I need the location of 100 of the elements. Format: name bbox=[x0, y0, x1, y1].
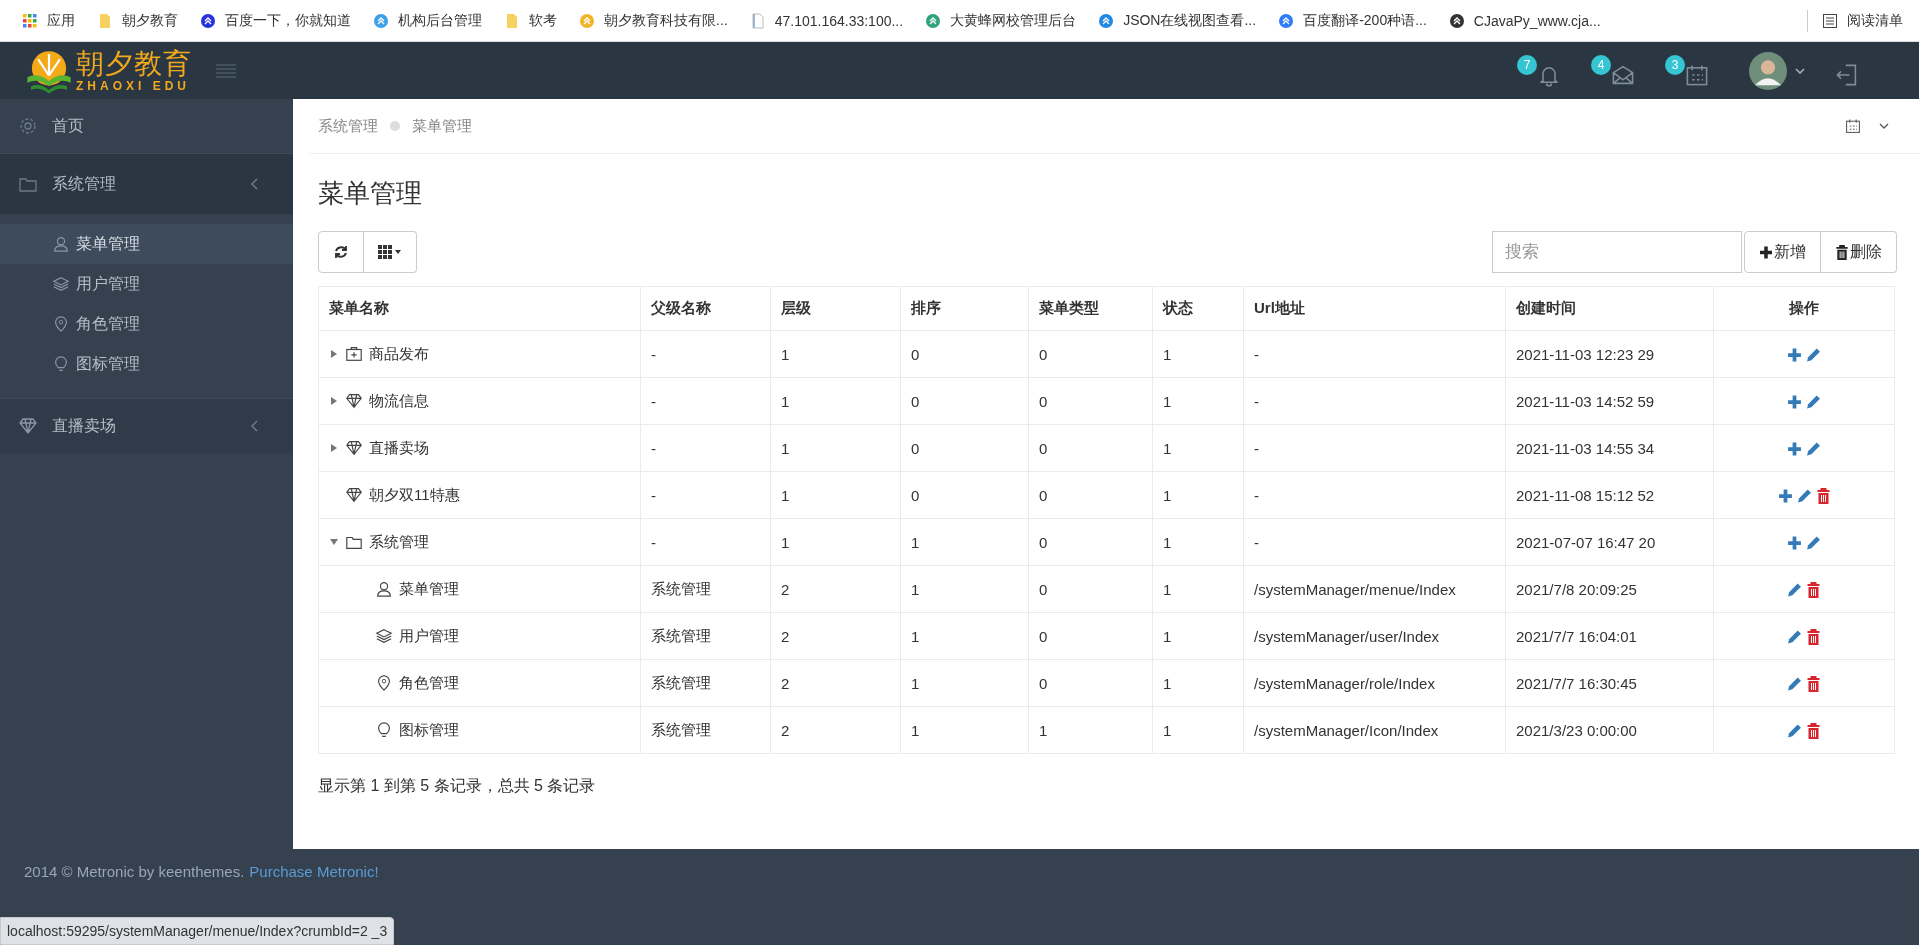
menu-name: 图标管理 bbox=[399, 720, 459, 740]
purchase-link[interactable]: Purchase Metronic! bbox=[249, 863, 379, 880]
bookmark-link[interactable]: 47.101.164.33:100... bbox=[741, 12, 912, 29]
add-button[interactable]: 新增 bbox=[1744, 231, 1821, 273]
column-header[interactable]: 排序 bbox=[900, 286, 1029, 331]
column-header[interactable]: 父级名称 bbox=[640, 286, 771, 331]
table-cell: - bbox=[651, 345, 656, 363]
avatar-icon[interactable] bbox=[1749, 51, 1787, 90]
add-icon[interactable] bbox=[1787, 535, 1802, 551]
bookmark-link[interactable]: 百度翻译-200种语... bbox=[1270, 11, 1435, 30]
site-icon bbox=[925, 12, 942, 29]
bookmark-link[interactable]: 大黄蜂网校管理后台 bbox=[917, 11, 1085, 30]
collapsed-caret-icon[interactable] bbox=[329, 443, 339, 453]
add-icon[interactable] bbox=[1777, 488, 1793, 504]
table-cell: - bbox=[1254, 533, 1259, 551]
menu-name: 菜单管理 bbox=[399, 579, 459, 599]
search-field[interactable]: 搜索 bbox=[1492, 231, 1742, 273]
sidebar-item[interactable]: 系统管理 bbox=[0, 153, 293, 214]
user-icon bbox=[52, 235, 70, 253]
gear-icon bbox=[18, 116, 38, 136]
collapsed-caret-icon[interactable] bbox=[329, 396, 339, 406]
table-cell: 0 bbox=[911, 392, 920, 410]
breadcrumb-link[interactable]: 系统管理 bbox=[318, 116, 378, 136]
edit-pencil-icon[interactable] bbox=[1787, 723, 1802, 739]
edit-pencil-icon[interactable] bbox=[1787, 676, 1802, 692]
document-icon bbox=[749, 12, 766, 29]
calendar-icon[interactable] bbox=[1685, 62, 1709, 87]
column-header[interactable]: 操作 bbox=[1713, 286, 1895, 331]
add-icon[interactable] bbox=[1787, 441, 1802, 457]
delete-trash-icon[interactable] bbox=[1806, 676, 1821, 692]
edit-pencil-icon[interactable] bbox=[1787, 582, 1802, 598]
sidebar-subitem[interactable]: 角色管理 bbox=[0, 304, 293, 344]
diamond-icon bbox=[345, 439, 363, 457]
bookmark-link[interactable]: 应用 bbox=[14, 11, 83, 30]
edit-pencil-icon[interactable] bbox=[1806, 535, 1821, 551]
bookmark-link[interactable]: CJavaPy_www.cja... bbox=[1440, 12, 1609, 29]
menu-name: 朝夕双11特惠 bbox=[369, 485, 460, 505]
expanded-caret-icon[interactable] bbox=[329, 537, 339, 547]
logout-icon[interactable] bbox=[1835, 62, 1859, 87]
columns-dropdown-button[interactable] bbox=[364, 231, 417, 273]
table-cell: 0 bbox=[1039, 439, 1048, 457]
bookmark-link[interactable]: 朝夕教育科技有限... bbox=[571, 11, 736, 30]
column-header[interactable]: 状态 bbox=[1152, 286, 1244, 331]
bookmark-link[interactable]: JSON在线视图查看... bbox=[1090, 11, 1265, 30]
chevron-down-icon[interactable] bbox=[1879, 123, 1889, 129]
table-cell: - bbox=[651, 439, 656, 457]
add-icon[interactable] bbox=[1787, 347, 1802, 363]
table-cell: 2021/3/23 0:00:00 bbox=[1516, 721, 1637, 739]
column-header[interactable]: Url地址 bbox=[1243, 286, 1506, 331]
table-cell: 2021-11-03 14:55 34 bbox=[1516, 439, 1655, 457]
table-cell: 1 bbox=[911, 580, 920, 598]
sidebar-item[interactable]: 直播卖场 bbox=[0, 398, 293, 453]
edit-pencil-icon[interactable] bbox=[1806, 441, 1821, 457]
calendar-icon[interactable] bbox=[1845, 118, 1861, 134]
delete-trash-icon[interactable] bbox=[1806, 629, 1821, 645]
sidebar-subitem[interactable]: 菜单管理 bbox=[0, 224, 293, 264]
bookmark-link[interactable]: 朝夕教育 bbox=[89, 11, 186, 30]
edit-pencil-icon[interactable] bbox=[1796, 488, 1812, 504]
bookmark-link[interactable]: 百度一下，你就知道 bbox=[192, 11, 359, 30]
table-cell: 2021-07-07 16:47 20 bbox=[1516, 533, 1656, 551]
table-cell: 1 bbox=[781, 392, 790, 410]
chevron-down-icon[interactable] bbox=[1795, 67, 1805, 74]
status-bar-url: localhost:59295/systemManager/menue/Index?crumbId=2 _3 bbox=[0, 917, 395, 945]
table-cell: 1 bbox=[1163, 580, 1172, 598]
edit-pencil-icon[interactable] bbox=[1787, 629, 1802, 645]
table-cell: 系统管理 bbox=[651, 626, 711, 644]
table-cell: /systemManager/user/Index bbox=[1254, 627, 1440, 645]
table-cell: 1 bbox=[781, 486, 790, 504]
user-icon bbox=[375, 580, 393, 598]
reading-list-button[interactable]: 阅读清单 bbox=[1814, 11, 1911, 30]
edit-pencil-icon[interactable] bbox=[1806, 347, 1821, 363]
column-header[interactable]: 菜单类型 bbox=[1028, 286, 1153, 331]
table-cell: 1 bbox=[781, 533, 790, 551]
column-header[interactable]: 创建时间 bbox=[1505, 286, 1714, 331]
column-header[interactable]: 菜单名称 bbox=[318, 286, 641, 331]
table-cell: 2021/7/8 20:09:25 bbox=[1516, 580, 1637, 598]
table-cell: 0 bbox=[1039, 345, 1048, 363]
delete-button[interactable]: 删除 bbox=[1821, 231, 1897, 273]
column-header[interactable]: 层级 bbox=[770, 286, 901, 331]
delete-trash-icon[interactable] bbox=[1806, 582, 1821, 598]
add-icon[interactable] bbox=[1787, 394, 1802, 410]
footer-text: 2014 © Metronic by keenthemes. bbox=[24, 863, 245, 880]
refresh-icon bbox=[333, 244, 349, 260]
bookmark-link[interactable]: 机构后台管理 bbox=[365, 11, 490, 30]
table-cell: 系统管理 bbox=[651, 673, 711, 691]
collapsed-caret-icon[interactable] bbox=[329, 349, 339, 359]
table-cell: 2021-11-08 15:12 52 bbox=[1516, 486, 1655, 504]
table-cell: 0 bbox=[1039, 674, 1048, 692]
breadcrumb-link[interactable]: 菜单管理 bbox=[412, 116, 472, 136]
edit-pencil-icon[interactable] bbox=[1806, 394, 1821, 410]
diamond-icon bbox=[345, 486, 363, 504]
delete-trash-icon[interactable] bbox=[1815, 488, 1831, 504]
table-cell: /systemManager/role/Index bbox=[1254, 674, 1435, 692]
sidebar-subitem[interactable]: 用户管理 bbox=[0, 264, 293, 304]
refresh-button[interactable] bbox=[318, 231, 364, 273]
sidebar-subitem[interactable]: 图标管理 bbox=[0, 344, 293, 384]
apps-grid-icon bbox=[22, 12, 38, 29]
delete-trash-icon[interactable] bbox=[1806, 723, 1821, 739]
menu-name: 系统管理 bbox=[369, 532, 429, 552]
bookmark-link[interactable]: 软考 bbox=[496, 11, 565, 30]
